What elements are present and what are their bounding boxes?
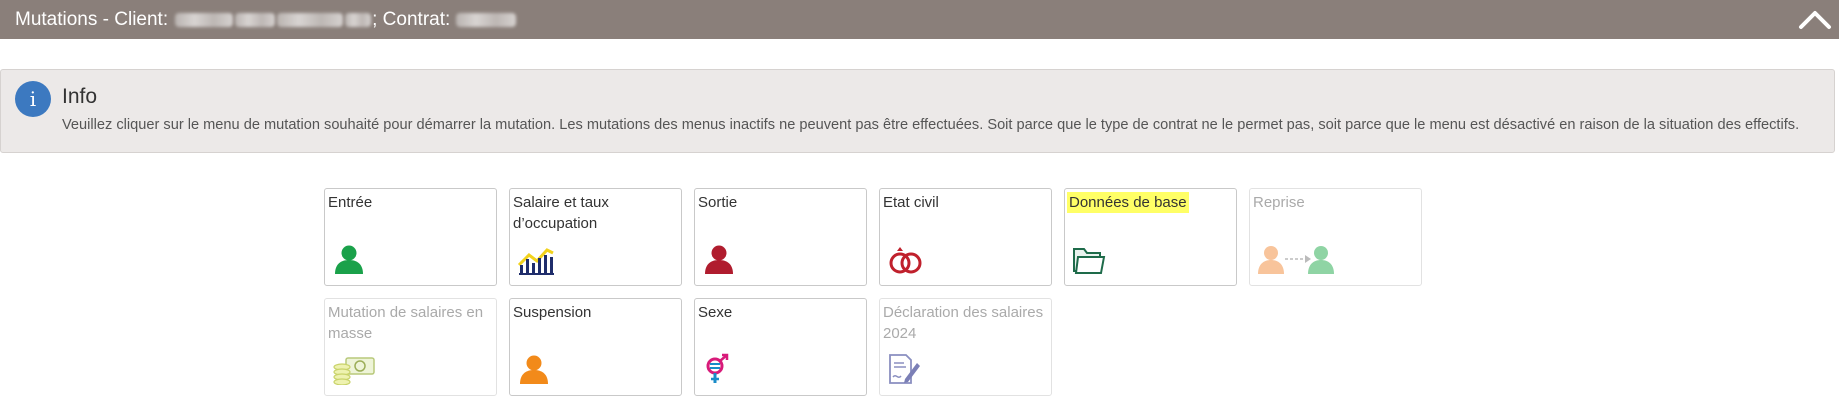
tile-label: Entrée xyxy=(328,194,373,211)
tile-label: Déclaration des salaires 2024 xyxy=(883,304,1044,342)
info-message: Veuillez cliquer sur le menu de mutation… xyxy=(62,117,1800,133)
document-sign-icon xyxy=(889,354,920,384)
rings-icon xyxy=(889,247,922,274)
tile-declaration-salaires: Déclaration des salaires 2024 xyxy=(879,298,1052,396)
client-name-redacted xyxy=(174,12,372,27)
tile-label: Etat civil xyxy=(883,194,939,211)
tile-label: Sortie xyxy=(698,194,738,211)
tile-label: Reprise xyxy=(1253,194,1305,211)
title-client-label: Mutations - Client: xyxy=(15,8,169,30)
info-icon: i xyxy=(15,81,51,117)
tile-suspension[interactable]: Suspension xyxy=(509,298,682,396)
tile-label: Données de base xyxy=(1067,192,1189,213)
tile-sortie[interactable]: Sortie xyxy=(694,188,867,286)
panel-header: Mutations - Client: ; Contrat: xyxy=(0,0,1839,39)
tile-mutation-salaires-masse: Mutation de salaires en masse xyxy=(324,298,497,396)
collapse-button[interactable] xyxy=(1797,4,1833,34)
tile-sexe[interactable]: Sexe xyxy=(694,298,867,396)
person-icon xyxy=(705,245,733,274)
salary-chart-icon xyxy=(517,248,554,275)
gender-icon xyxy=(706,353,729,383)
contract-number-redacted xyxy=(456,12,517,27)
transfer-persons-icon xyxy=(1258,246,1334,274)
tile-label: Suspension xyxy=(513,304,592,321)
chevron-up-icon xyxy=(1799,11,1831,29)
panel-title: Mutations - Client: ; Contrat: xyxy=(15,9,517,31)
tile-salaire[interactable]: Salaire et taux d’occupation xyxy=(509,188,682,286)
info-title: Info xyxy=(62,85,98,108)
tile-donnees-de-base[interactable]: Données de base xyxy=(1064,188,1237,286)
person-icon xyxy=(335,245,363,274)
tile-entree[interactable]: Entrée xyxy=(324,188,497,286)
tile-reprise: Reprise xyxy=(1249,188,1422,286)
info-box: i Info Veuillez cliquer sur le menu de m… xyxy=(0,69,1835,153)
tile-label: Sexe xyxy=(698,304,733,321)
tile-label: Mutation de salaires en masse xyxy=(328,304,484,342)
money-icon xyxy=(333,357,375,385)
tile-label: Salaire et taux d’occupation xyxy=(513,194,609,232)
tile-etat-civil[interactable]: Etat civil xyxy=(879,188,1052,286)
folder-icon xyxy=(1073,248,1106,274)
title-contract-label: ; Contrat: xyxy=(372,8,451,30)
person-icon xyxy=(520,355,548,384)
